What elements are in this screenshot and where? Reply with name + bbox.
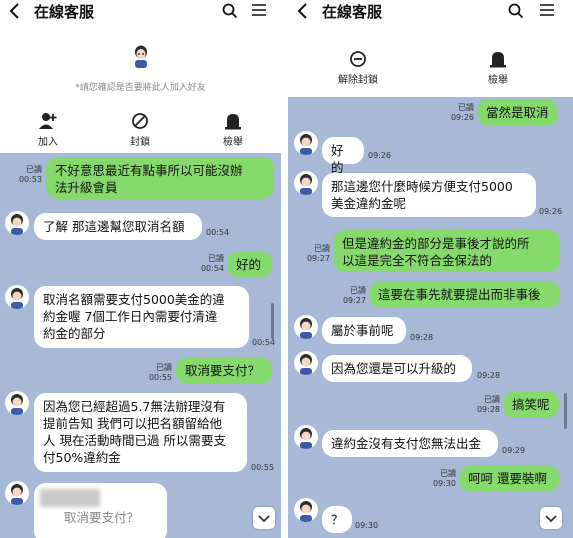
message-bubble-incoming[interactable]: 取消名額需要支付5000美金的違 約金喔 7個工作日內需要付清違 約金的部分 [34, 286, 249, 348]
agent-avatar[interactable] [294, 171, 318, 195]
read-receipt: 已讀 09:30 [432, 469, 456, 488]
read-receipt: 已讀 09:27 [342, 286, 366, 305]
scroll-down-button[interactable] [540, 507, 562, 529]
quoted-text: 取消要支付？ [64, 510, 140, 525]
agent-avatar[interactable] [294, 351, 318, 375]
agent-avatar[interactable] [294, 425, 318, 449]
unblock-label: 解除封鎖 [338, 75, 378, 86]
agent-avatar[interactable] [5, 391, 29, 415]
agent-avatar[interactable] [5, 481, 29, 505]
page-title: 在線客服 [322, 3, 383, 21]
message-bubble-outgoing[interactable]: 好的 [227, 251, 272, 278]
read-receipt: 已讀 00:53 [18, 165, 42, 184]
message-bubble-incoming[interactable]: 違約金沒有支付您無法出金 [322, 430, 498, 457]
message-bubble-outgoing[interactable]: 呵呵 還要裝啊 [459, 465, 559, 492]
agent-avatar[interactable] [5, 285, 29, 309]
message-time: 00:55 [251, 463, 275, 472]
agent-avatar[interactable] [294, 315, 318, 339]
chevron-down-icon [258, 515, 270, 523]
reply-preview-bubble[interactable]: 取消要支付？ [34, 483, 167, 538]
redacted-area [40, 489, 100, 507]
unblock-button[interactable]: 解除封鎖 [328, 50, 388, 86]
message-time: 09:29 [502, 446, 526, 455]
back-arrow-icon[interactable] [8, 2, 22, 20]
menu-icon[interactable] [252, 4, 266, 16]
add-friend-icon [39, 113, 57, 129]
block-button[interactable]: 封鎖 [110, 112, 170, 148]
report-button[interactable]: 檢舉 [468, 50, 528, 86]
back-arrow-icon[interactable] [296, 2, 310, 20]
message-time: 09:26 [539, 207, 563, 216]
unblock-icon [350, 51, 366, 67]
add-friend-hint: *請您確認是否要將此人加入好友 [75, 83, 206, 93]
report-label: 檢舉 [488, 75, 508, 86]
top-bar: 在線客服 [0, 0, 281, 22]
report-icon [490, 52, 506, 68]
message-time: 09:30 [355, 521, 379, 530]
message-bubble-outgoing[interactable]: 不好意思最近有點事所以可能沒辦 法升級會員 [46, 157, 274, 199]
read-receipt: 已讀 00:54 [200, 254, 224, 273]
read-receipt: 已讀 09:27 [306, 244, 330, 263]
message-bubble-outgoing[interactable]: 這要在事先就要提出而非事後 [369, 281, 560, 308]
message-time: 00:54 [206, 228, 230, 237]
block-icon [132, 113, 148, 129]
report-icon [225, 114, 241, 130]
report-label: 檢舉 [223, 137, 243, 148]
report-button[interactable]: 檢舉 [203, 112, 263, 148]
scrollbar-thumb[interactable] [271, 303, 274, 339]
message-bubble-incoming[interactable]: 因為您還是可以升級的 [322, 355, 472, 382]
message-time: 09:28 [477, 371, 501, 380]
chat-area[interactable]: 已讀 09:26 當然是取消 好的 09:26 那這邊您什麼時候方便支付5000 美… [288, 97, 573, 538]
message-bubble-incoming[interactable]: 屬於事前呢 [322, 317, 406, 344]
agent-avatar[interactable] [294, 131, 318, 155]
top-bar: 在線客服 [288, 0, 573, 22]
message-bubble-outgoing[interactable]: 但是違約金的部分是事後才說的所 以這是完全不符合金保法的 [333, 230, 560, 272]
message-time: 09:26 [368, 151, 392, 160]
right-chat-screen: 在線客服 解除封鎖 檢舉 已讀 09:26 當然是取消 好的 09:26 那這邊您… [288, 0, 573, 538]
message-bubble-outgoing[interactable]: 取消要支付？ [176, 357, 272, 384]
left-chat-screen: 在線客服 *請您確認是否要將此人加入好友 加入 封鎖 檢舉 已讀 00:53 不好… [0, 0, 281, 538]
add-friend-button[interactable]: 加入 [18, 112, 78, 148]
agent-avatar[interactable] [294, 498, 318, 522]
message-time: 00:54 [252, 338, 276, 347]
search-icon[interactable] [222, 3, 238, 19]
read-receipt: 已讀 09:26 [450, 103, 474, 122]
add-friend-label: 加入 [38, 137, 58, 148]
agent-avatar[interactable] [5, 211, 29, 235]
message-time: 09:28 [410, 333, 434, 342]
message-bubble-incoming[interactable]: 好的 [322, 137, 364, 175]
message-bubble-incoming[interactable]: 了解 那這邊幫您取消名額 [34, 213, 202, 240]
panel-divider [281, 0, 288, 538]
chat-area[interactable]: 已讀 00:53 不好意思最近有點事所以可能沒辦 法升級會員 了解 那這邊幫您取消名… [0, 153, 281, 538]
menu-icon[interactable] [540, 4, 554, 16]
scrollbar-thumb[interactable] [564, 393, 567, 429]
read-receipt: 已讀 09:28 [476, 395, 500, 414]
profile-avatar [130, 44, 152, 68]
message-bubble-outgoing[interactable]: 當然是取消 [477, 99, 558, 126]
message-bubble-incoming[interactable]: 因為您已經超過5.7無法辦理沒有 提前告知 我們可以把名額留給他人 現在活動時間已… [34, 393, 247, 472]
message-bubble-incoming[interactable]: 那這邊您什麼時候方便支付5000 美金違約金呢 [322, 173, 536, 217]
block-label: 封鎖 [130, 137, 150, 148]
message-bubble-outgoing[interactable]: 搞笑呢 [503, 391, 559, 418]
read-receipt: 已讀 00:55 [148, 363, 172, 382]
scroll-down-button[interactable] [253, 507, 275, 529]
page-title: 在線客服 [34, 3, 95, 21]
chevron-down-icon [545, 515, 557, 523]
message-bubble-incoming[interactable]: ？ [322, 506, 352, 533]
search-icon[interactable] [508, 3, 524, 19]
